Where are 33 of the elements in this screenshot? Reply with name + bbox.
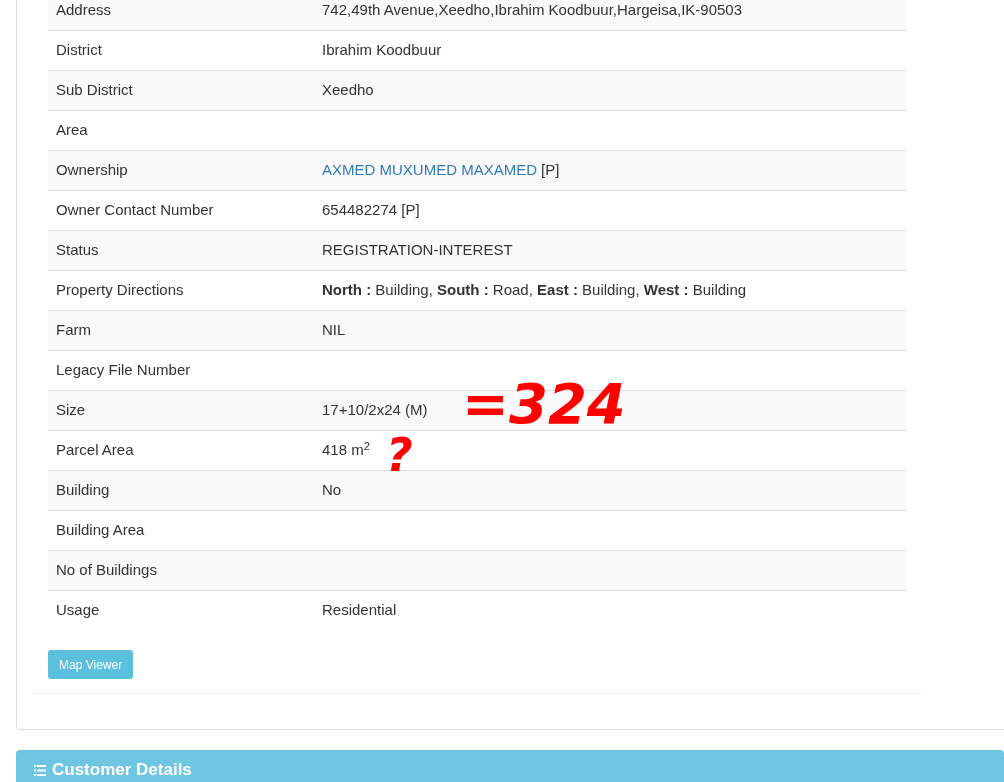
field-value: 418 m$^{2}$ [322,439,370,461]
field-value: 742,49th Avenue,Xeedho,Ibrahim Koodbuur,Hargeisa,IK-90503 [322,0,743,20]
field-value: 17+10/2x24 (M) [322,400,428,421]
field-label: Address [55,0,113,20]
field-label: Farm [55,320,92,341]
field-label: Usage [55,600,101,621]
field-label: Building [55,480,111,501]
field-value: NIL [322,320,346,341]
field-label: Parcel Area [55,440,135,461]
panel-title: Customer Details [52,759,192,782]
field-label: Size [55,400,87,421]
owner-link[interactable]: AXMED MUXUMED MAXAMED [322,159,538,182]
field-value: [P] [541,160,560,181]
field-label: District [55,40,103,61]
list-icon [34,764,46,776]
field-value: REGISTRATION-INTEREST [322,240,513,261]
field-label: Property Directions [55,280,185,301]
field-label: Owner Contact Number [55,200,215,221]
field-value: No [322,480,342,501]
field-label: Ownership [55,160,129,181]
field-label: Building Area [55,520,146,541]
field-label: Legacy File Number [55,360,192,381]
field-value: Xeedho [322,80,374,101]
field-value: North : Building, South : Road, East : Building, West : Building [322,280,747,301]
field-label: Area [55,120,89,141]
field-label: Sub District [55,80,134,101]
field-label: Status [55,240,100,261]
handwritten-annotation: =324 [462,376,626,432]
field-value: Ibrahim Koodbuur [322,40,442,61]
handwritten-annotation: ? [386,432,413,478]
field-label: No of Buildings [55,560,158,581]
field-value: 654482274 [P] [322,200,420,221]
field-value: Residential [322,600,397,621]
